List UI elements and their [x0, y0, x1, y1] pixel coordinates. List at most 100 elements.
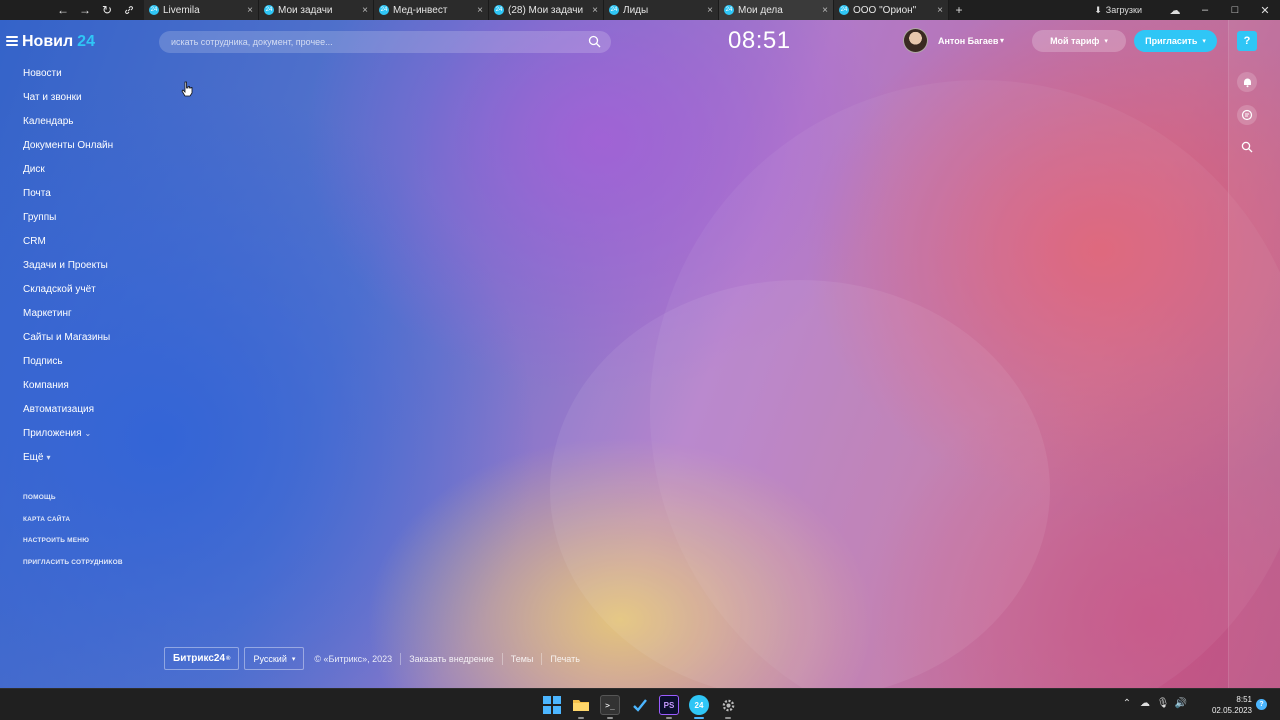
secondary-menu-link[interactable]: Пригласить сотрудников — [23, 559, 123, 581]
messenger-button[interactable] — [1237, 105, 1257, 125]
menu-item-label: Календарь — [23, 116, 74, 127]
avatar[interactable] — [903, 28, 928, 53]
tray-clock[interactable]: 8:51 02.05.2023 — [1210, 694, 1252, 716]
copy-link-button[interactable] — [118, 0, 140, 20]
close-tab-icon[interactable]: × — [592, 5, 598, 16]
chevron-down-icon[interactable]: ▾ — [1000, 36, 1004, 45]
menu-item[interactable]: Группы — [23, 211, 153, 235]
menu-item[interactable]: Автоматизация — [23, 403, 153, 427]
menu-item[interactable]: Документы Онлайн — [23, 139, 153, 163]
menu-item-label: Задачи и Проекты — [23, 260, 108, 271]
secondary-menu-link[interactable]: Карта сайта — [23, 516, 123, 538]
start-button[interactable] — [542, 695, 562, 715]
language-select[interactable]: Русский ▾ — [244, 647, 305, 670]
global-search-button[interactable] — [1237, 137, 1257, 157]
running-indicator — [607, 717, 613, 719]
browser-tab[interactable]: 24 (28) Мои задачи × — [489, 0, 604, 20]
menu-item-label: Диск — [23, 164, 45, 175]
menu-item-label: Автоматизация — [23, 404, 95, 415]
reload-button[interactable]: ↻ — [96, 0, 118, 20]
browser-tab[interactable]: 24 ООО "Орион" × — [834, 0, 949, 20]
forward-button[interactable]: → — [74, 0, 96, 20]
menu-item-label: Документы Онлайн — [23, 140, 114, 151]
browser-tab[interactable]: 24 Мои задачи × — [259, 0, 374, 20]
browser-tab[interactable]: 24 Мед-инвест × — [374, 0, 489, 20]
menu-item[interactable]: Компания — [23, 379, 153, 403]
menu-item[interactable]: CRM — [23, 235, 153, 259]
close-tab-icon[interactable]: × — [477, 5, 483, 16]
portal-logo[interactable]: Новил 24 — [22, 33, 95, 51]
menu-item-label: Компания — [23, 380, 69, 391]
menu-item[interactable]: Складской учёт — [23, 283, 153, 307]
downloads-label: Загрузки — [1105, 5, 1142, 15]
menu-item[interactable]: Ещё ▾ — [23, 451, 153, 475]
close-tab-icon[interactable]: × — [707, 5, 713, 16]
browser-tab[interactable]: 24 Лиды × — [604, 0, 719, 20]
footer: Битрикс24 ® Русский ▾ © «Битрикс», 2023 З… — [164, 647, 580, 670]
menu-item[interactable]: Маркетинг — [23, 307, 153, 331]
footer-link-order[interactable]: Заказать внедрение — [409, 654, 494, 664]
menu-item-label: Маркетинг — [23, 308, 72, 319]
close-tab-icon[interactable]: × — [247, 5, 253, 16]
divider — [400, 652, 402, 665]
menu-item[interactable]: Диск — [23, 163, 153, 187]
menu-toggle-button[interactable] — [6, 36, 18, 46]
logo-number: 24 — [77, 33, 95, 50]
file-explorer-button[interactable] — [571, 695, 591, 715]
cloud-icon[interactable]: ☁ — [1160, 4, 1190, 17]
secondary-menu-link[interactable]: Настроить меню — [23, 537, 123, 559]
menu-item[interactable]: Календарь — [23, 115, 153, 139]
cloud-sync-icon[interactable]: ☁ — [1136, 698, 1154, 709]
maximize-button[interactable]: □ — [1220, 4, 1250, 16]
menu-item[interactable]: Приложения ⌄ — [23, 427, 153, 451]
back-button[interactable]: ← — [52, 0, 74, 20]
menu-item-label: Ещё — [23, 452, 44, 463]
brand-mark: ® — [226, 655, 231, 662]
browser-tab[interactable]: 24 Livemila × — [144, 0, 259, 20]
phpstorm-button[interactable]: PS — [659, 695, 679, 715]
menu-item[interactable]: Сайты и Магазины — [23, 331, 153, 355]
menu-item[interactable]: Новости — [23, 67, 153, 91]
chevron-up-icon[interactable]: ⌃ — [1118, 698, 1136, 709]
tab-title: Лиды — [623, 4, 649, 16]
tab-title: Livemila — [163, 4, 200, 16]
tab-title: (28) Мои задачи — [508, 4, 584, 16]
menu-item-label: Чат и звонки — [23, 92, 82, 103]
logo-name: Новил — [22, 33, 74, 50]
search-icon[interactable] — [588, 35, 601, 48]
search-input[interactable] — [159, 31, 611, 53]
downloads-button[interactable]: ⬇ Загрузки — [1094, 5, 1142, 16]
bitrix24-brand[interactable]: Битрикс24 ® — [164, 647, 240, 670]
terminal-button[interactable]: >_ — [600, 695, 620, 715]
secondary-menu-link[interactable]: Помощь — [23, 494, 123, 516]
footer-link-print[interactable]: Печать — [550, 654, 579, 664]
bitrix24-favicon-icon: 24 — [264, 5, 274, 15]
menu-item[interactable]: Чат и звонки — [23, 91, 153, 115]
close-tab-icon[interactable]: × — [822, 5, 828, 16]
my-tariff-button[interactable]: Мой тариф ▾ — [1032, 30, 1126, 52]
tray-time: 8:51 — [1236, 695, 1252, 704]
speaker-icon[interactable]: 🔊 — [1172, 698, 1190, 709]
minimize-button[interactable]: – — [1190, 4, 1220, 16]
user-name[interactable]: Антон Багаев — [938, 36, 998, 46]
close-tab-icon[interactable]: × — [937, 5, 943, 16]
bitrix24-favicon-icon: 24 — [149, 5, 159, 15]
notifications-button[interactable] — [1237, 72, 1257, 92]
new-tab-button[interactable]: + — [949, 0, 969, 20]
menu-item[interactable]: Почта — [23, 187, 153, 211]
close-tab-icon[interactable]: × — [362, 5, 368, 16]
search-icon — [1241, 141, 1253, 153]
browser-tab[interactable]: 24 Мои дела × — [719, 0, 834, 20]
help-badge-icon[interactable]: ? — [1256, 699, 1267, 710]
footer-link-themes[interactable]: Темы — [511, 654, 534, 664]
settings-button[interactable] — [718, 695, 738, 715]
microphone-icon[interactable]: 🎙 — [1154, 698, 1172, 709]
help-button[interactable]: ? — [1237, 31, 1257, 51]
menu-item[interactable]: Подпись — [23, 355, 153, 379]
invite-button[interactable]: Пригласить ▾ — [1134, 30, 1217, 52]
menu-item[interactable]: Задачи и Проекты — [23, 259, 153, 283]
todo-app-button[interactable] — [630, 695, 650, 715]
clock[interactable]: 08:51 — [728, 27, 791, 55]
bitrix24-app-button[interactable]: 24 — [689, 695, 709, 715]
close-window-button[interactable]: ✕ — [1250, 4, 1280, 17]
